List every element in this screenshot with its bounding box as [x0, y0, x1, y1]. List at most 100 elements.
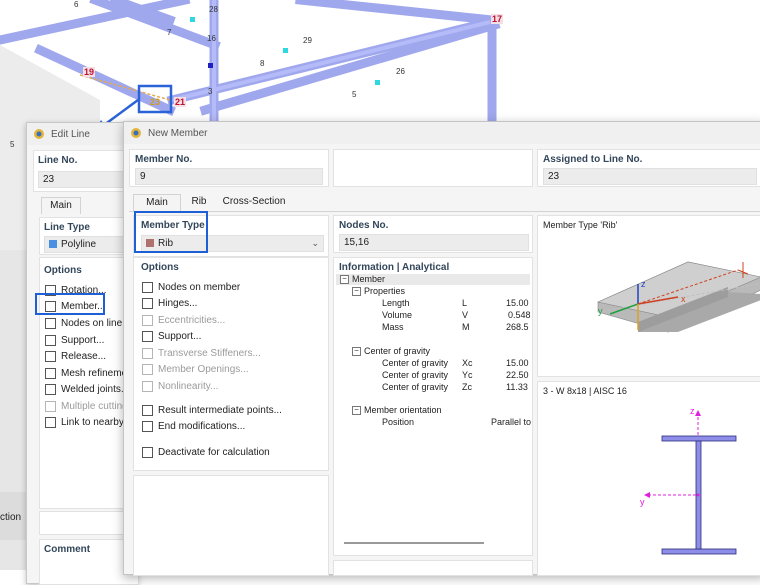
- option-label: Result intermediate points...: [158, 405, 282, 416]
- option-result-intermediate-points[interactable]: Result intermediate points...: [142, 405, 282, 416]
- line-type-value: Polyline: [61, 239, 97, 250]
- checkbox-icon: [142, 282, 153, 293]
- member-lower-panel: [133, 475, 329, 576]
- tree-cog: Center of gravity: [364, 346, 431, 356]
- options-label: Options: [44, 265, 82, 276]
- middle-bottom-panel: [333, 560, 533, 576]
- node-label: 26: [396, 67, 405, 76]
- tree-cog-value: 15.00: [506, 358, 529, 368]
- tree-prop-value: 15.00: [506, 298, 529, 308]
- tree-prop-name: Length: [382, 298, 410, 308]
- info-tree[interactable]: − Member − Properties Length L 15.00 Vol…: [336, 274, 531, 544]
- member-no-input[interactable]: 9: [135, 168, 323, 185]
- member-options-panel: Options Nodes on member Hinges... Eccent…: [133, 257, 329, 471]
- checkbox-icon: [142, 298, 153, 309]
- tree-cog-sym: Yc: [462, 370, 473, 380]
- tab-cross-section[interactable]: Cross-Section: [221, 194, 287, 210]
- node-label-red: 17: [491, 14, 504, 24]
- section-axis-z-label: z: [690, 406, 695, 416]
- information-panel: Information | Analytical − Member − Prop…: [333, 257, 533, 556]
- checkbox-icon: [142, 381, 153, 392]
- option-label: Nodes on line...: [61, 318, 131, 329]
- option-label: Welded joints...: [61, 384, 130, 395]
- checkbox-icon: [142, 405, 153, 416]
- tab-rib[interactable]: Rib: [184, 194, 214, 210]
- checkbox-icon: [45, 401, 56, 412]
- option-nodes-on-member[interactable]: Nodes on member: [142, 282, 240, 293]
- tree-cog-value: 22.50: [506, 370, 529, 380]
- checkbox-icon: [45, 417, 56, 428]
- section-title: 3 - W 8x18 | AISC 16: [543, 386, 627, 396]
- cross-section-preview: 3 - W 8x18 | AISC 16 z y: [537, 381, 760, 576]
- new-member-titlebar[interactable]: New Member: [124, 122, 760, 144]
- assigned-line-panel: Assigned to Line No. 23: [537, 149, 760, 187]
- checkbox-icon: [142, 364, 153, 375]
- left-panel-strip: ction: [0, 492, 26, 540]
- tree-cog-name: Center of gravity: [382, 358, 449, 368]
- member-type-highlight: [134, 211, 208, 253]
- member-no-label: Member No.: [135, 154, 193, 165]
- tab-divider: [129, 211, 760, 212]
- option-label: Nonlinearity...: [158, 381, 219, 392]
- node-label: 16: [207, 34, 216, 43]
- tab-main[interactable]: Main: [41, 197, 81, 214]
- node-label-red: 21: [174, 97, 187, 107]
- tree-orientation: Member orientation: [364, 405, 442, 415]
- option-deactivate[interactable]: Deactivate for calculation: [142, 447, 270, 458]
- information-label: Information | Analytical: [339, 262, 450, 273]
- selected-node-label[interactable]: 23: [150, 97, 160, 107]
- option-member-openings: Member Openings...: [142, 364, 249, 375]
- edit-line-titlebar[interactable]: Edit Line: [27, 123, 137, 145]
- new-member-title: New Member: [148, 127, 208, 139]
- tree-cog-sym: Zc: [462, 382, 472, 392]
- left-edge-text: ction: [0, 512, 22, 523]
- option-multiple-cutting: Multiple cutting l: [45, 401, 133, 412]
- checkbox-icon: [142, 421, 153, 432]
- tree-orientation-name: Position: [382, 417, 415, 427]
- chevron-down-icon: ⌄: [311, 238, 319, 248]
- option-hinges[interactable]: Hinges...: [142, 298, 197, 309]
- comment-label: Comment: [44, 544, 91, 555]
- axis-z-label: z: [641, 279, 646, 289]
- node-label: 8: [260, 59, 265, 68]
- i-beam-section-drawing: [644, 410, 737, 555]
- collapse-icon[interactable]: −: [352, 347, 361, 356]
- nodes-no-label: Nodes No.: [339, 220, 389, 231]
- assigned-line-label: Assigned to Line No.: [543, 154, 643, 165]
- collapse-icon[interactable]: −: [352, 406, 361, 415]
- new-member-dialog: New Member Member No. 9 Assigned to Line…: [123, 121, 760, 576]
- option-label: Transverse Stiffeners...: [158, 348, 261, 359]
- option-support[interactable]: Support...: [142, 331, 201, 342]
- line-type-color-swatch: [49, 240, 57, 249]
- checkbox-icon: [142, 348, 153, 359]
- assigned-line-input[interactable]: 23: [543, 168, 757, 185]
- horizontal-scrollbar[interactable]: [344, 542, 484, 544]
- collapse-icon[interactable]: −: [352, 287, 361, 296]
- option-end-modifications[interactable]: End modifications...: [142, 421, 245, 432]
- member-no-panel: Member No. 9: [129, 149, 329, 187]
- line-no-label: Line No.: [38, 155, 78, 166]
- edit-line-title: Edit Line: [51, 128, 90, 140]
- option-eccentricities: Eccentricities...: [142, 315, 225, 326]
- checkbox-icon: [45, 335, 56, 346]
- option-release[interactable]: Release...: [45, 351, 106, 362]
- tree-prop-name: Volume: [382, 310, 413, 320]
- tab-main[interactable]: Main: [133, 194, 181, 211]
- tree-properties: Properties: [364, 286, 406, 296]
- option-support[interactable]: Support...: [45, 335, 104, 346]
- nodes-no-panel: Nodes No. 15,16: [333, 215, 533, 253]
- option-welded-joints[interactable]: Welded joints...: [45, 384, 129, 395]
- axis-x-label: x: [681, 294, 686, 304]
- option-label: Hinges...: [158, 298, 198, 309]
- tree-prop-sym: L: [462, 298, 468, 308]
- collapse-icon[interactable]: −: [340, 275, 349, 284]
- nodes-no-input[interactable]: 15,16: [339, 234, 529, 251]
- option-label: Multiple cutting l: [61, 401, 133, 412]
- app-icon: [131, 128, 141, 138]
- node-label: 28: [209, 5, 218, 14]
- member-type-preview: Member Type 'Rib' z y x: [537, 215, 760, 377]
- checkbox-icon: [45, 368, 56, 379]
- option-label: Eccentricities...: [158, 315, 226, 326]
- option-mesh-refinement[interactable]: Mesh refinement: [45, 368, 135, 379]
- option-nodes-on-line[interactable]: Nodes on line...: [45, 318, 131, 329]
